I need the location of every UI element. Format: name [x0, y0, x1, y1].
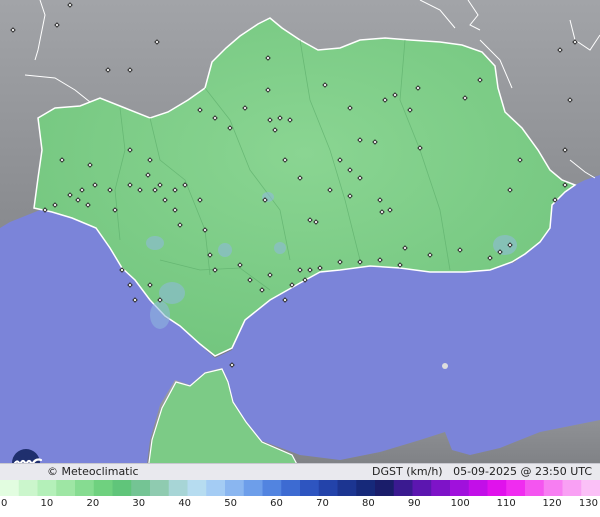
legend-color-step: [168, 480, 189, 496]
legend-color-step: [318, 480, 339, 496]
legend-tick-label: 60: [270, 498, 283, 509]
map-page: © Meteoclimatic DGST (km/h) 05-09-2025 @…: [0, 0, 600, 517]
info-bar: © Meteoclimatic DGST (km/h) 05-09-2025 @…: [0, 463, 600, 480]
credit-text: © Meteoclimatic: [47, 465, 139, 478]
ceuta-island: [442, 363, 448, 369]
legend-color-step: [543, 480, 564, 496]
legend-color-step: [112, 480, 132, 496]
legend-tick-label: 80: [362, 498, 375, 509]
legend-color-step: [393, 480, 414, 496]
legend-tick-label: 130: [578, 498, 598, 509]
legend-color-step: [206, 480, 226, 496]
legend-color-step: [18, 480, 39, 496]
legend-color-step: [300, 480, 320, 496]
legend-color-step: [225, 480, 245, 496]
legend-tick-label: 0: [1, 498, 8, 509]
legend-color-step: [468, 480, 489, 496]
legend-color-step: [525, 480, 545, 496]
legend-color-step: [506, 480, 526, 496]
product-timestamp: DGST (km/h) 05-09-2025 @ 23:50 UTC: [372, 465, 592, 478]
legend-color-step: [187, 480, 207, 496]
legend-color-step: [243, 480, 264, 496]
legend-color-step: [131, 480, 151, 496]
legend-color-bar: [0, 480, 600, 496]
legend-color-step: [262, 480, 282, 496]
legend-color-step: [0, 480, 20, 496]
legend-color-step: [281, 480, 301, 496]
legend-color-step: [93, 480, 114, 496]
legend-tick-label: 110: [496, 498, 516, 509]
legend-tick-label: 50: [224, 498, 237, 509]
legend-tick-label: 20: [86, 498, 100, 509]
legend-tick-label: 10: [40, 498, 54, 509]
legend-tick-label: 100: [450, 498, 470, 509]
legend-color-step: [562, 480, 582, 496]
legend-color-step: [431, 480, 451, 496]
legend-color-step: [56, 480, 76, 496]
legend-tick-label: 120: [542, 498, 562, 509]
legend-color-step: [150, 480, 170, 496]
legend-color-step: [581, 480, 600, 496]
legend-color-step: [37, 480, 57, 496]
legend-tick-label: 40: [178, 498, 192, 509]
legend-color-step: [375, 480, 395, 496]
legend-color-step: [337, 480, 357, 496]
legend-color-step: [412, 480, 432, 496]
legend-tick-label: 30: [132, 498, 146, 509]
legend-color-step: [487, 480, 507, 496]
map: [0, 0, 600, 480]
legend-color-step: [356, 480, 376, 496]
legend-color-step: [75, 480, 95, 496]
color-legend: 0 10 20 30 40 50 60 70 80 90 100 110 120 130: [0, 480, 600, 517]
legend-tick-label: 70: [316, 498, 329, 509]
legend-color-step: [450, 480, 470, 496]
legend-tick-label: 90: [407, 498, 421, 509]
